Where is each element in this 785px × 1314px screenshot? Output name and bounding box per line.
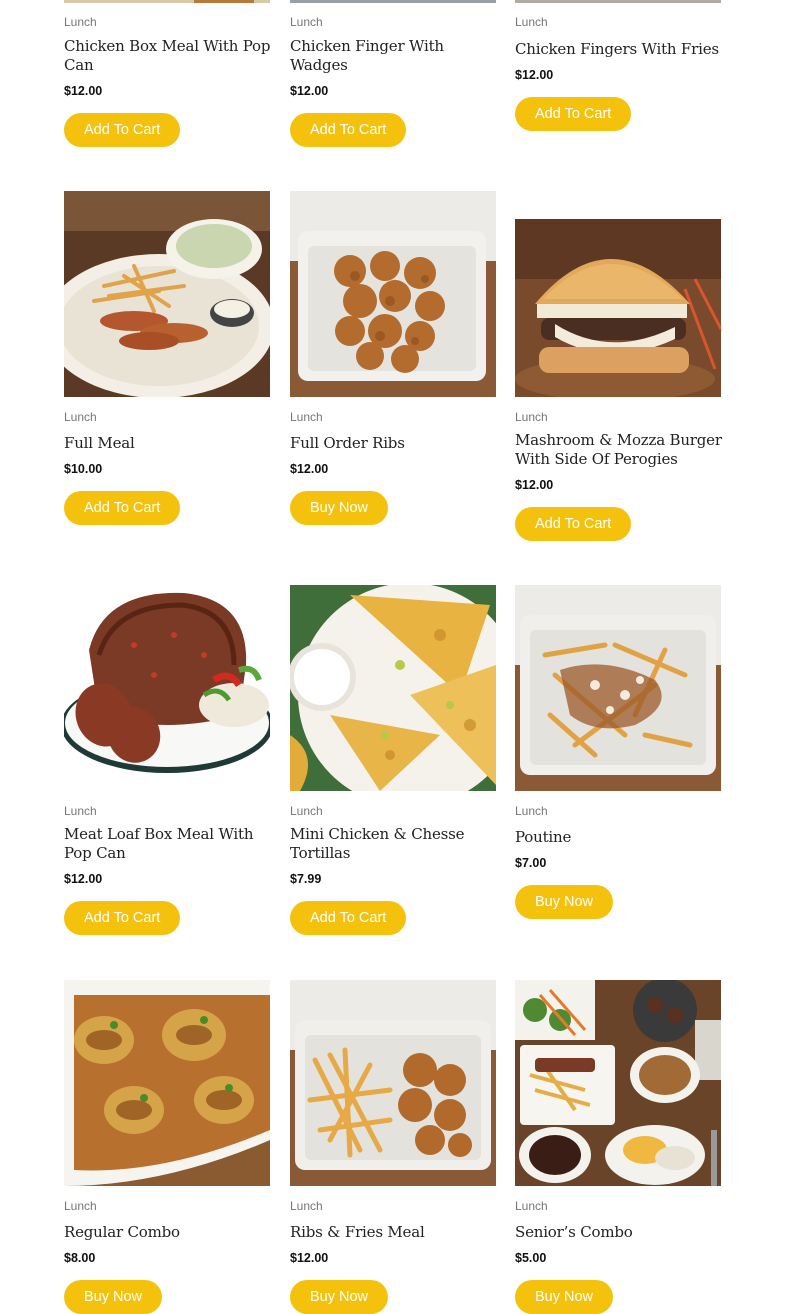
product-price: $12.00: [290, 462, 329, 476]
product-price: $7.99: [290, 872, 322, 886]
buy-now-button[interactable]: Buy Now: [64, 1280, 163, 1314]
add-to-cart-button[interactable]: Add To Cart: [515, 97, 632, 131]
product-image[interactable]: [290, 585, 496, 791]
product-category[interactable]: Lunch: [290, 410, 323, 424]
buy-now-button[interactable]: Buy Now: [290, 491, 389, 525]
add-to-cart-button[interactable]: Add To Cart: [290, 901, 407, 935]
product-title[interactable]: Mashroom & Mozza Burger With Side Of Per…: [515, 431, 725, 469]
product-price: $12.00: [515, 68, 554, 82]
add-to-cart-button[interactable]: Add To Cart: [515, 507, 632, 541]
product-title[interactable]: Full Order Ribs: [290, 434, 500, 453]
product-category[interactable]: Lunch: [515, 15, 548, 29]
product-price: $12.00: [290, 1251, 329, 1265]
product-title[interactable]: Chicken Fingers With Fries: [515, 40, 725, 59]
product-price: $12.00: [64, 84, 103, 98]
product-image[interactable]: [515, 219, 721, 397]
buy-now-button[interactable]: Buy Now: [290, 1280, 389, 1314]
product-price: $10.00: [64, 462, 103, 476]
add-to-cart-button[interactable]: Add To Cart: [64, 901, 181, 935]
product-category[interactable]: Lunch: [515, 410, 548, 424]
product-category[interactable]: Lunch: [290, 15, 323, 29]
product-price: $12.00: [64, 872, 103, 886]
product-image[interactable]: [64, 0, 270, 3]
product-price: $8.00: [64, 1251, 96, 1265]
product-image[interactable]: [64, 980, 270, 1186]
product-image[interactable]: [515, 0, 721, 3]
product-category[interactable]: Lunch: [515, 804, 548, 818]
product-category[interactable]: Lunch: [290, 804, 323, 818]
product-title[interactable]: Senior’s Combo: [515, 1223, 725, 1242]
add-to-cart-button[interactable]: Add To Cart: [64, 113, 181, 147]
product-image[interactable]: [64, 191, 270, 397]
product-image[interactable]: [290, 0, 496, 3]
product-title[interactable]: Mini Chicken & Chesse Tortillas: [290, 825, 500, 863]
product-price: $7.00: [515, 856, 547, 870]
product-category[interactable]: Lunch: [515, 1199, 548, 1213]
product-image[interactable]: [290, 980, 496, 1186]
buy-now-button[interactable]: Buy Now: [515, 885, 614, 919]
product-title[interactable]: Regular Combo: [64, 1223, 274, 1242]
product-image[interactable]: [290, 191, 496, 397]
product-price: $12.00: [515, 478, 554, 492]
add-to-cart-button[interactable]: Add To Cart: [64, 491, 181, 525]
product-category[interactable]: Lunch: [64, 804, 97, 818]
product-title[interactable]: Full Meal: [64, 434, 274, 453]
product-title[interactable]: Ribs & Fries Meal: [290, 1223, 500, 1242]
product-category[interactable]: Lunch: [64, 15, 97, 29]
product-image[interactable]: [515, 585, 721, 791]
product-title[interactable]: Chicken Box Meal With Pop Can: [64, 37, 274, 75]
product-category[interactable]: Lunch: [64, 410, 97, 424]
product-category[interactable]: Lunch: [290, 1199, 323, 1213]
product-title[interactable]: Chicken Finger With Wadges: [290, 37, 500, 75]
buy-now-button[interactable]: Buy Now: [515, 1280, 614, 1314]
product-image[interactable]: [515, 980, 721, 1186]
product-title[interactable]: Meat Loaf Box Meal With Pop Can: [64, 825, 274, 863]
product-category[interactable]: Lunch: [64, 1199, 97, 1213]
add-to-cart-button[interactable]: Add To Cart: [290, 113, 407, 147]
product-image[interactable]: [64, 585, 270, 775]
product-price: $5.00: [515, 1251, 547, 1265]
product-price: $12.00: [290, 84, 329, 98]
product-title[interactable]: Poutine: [515, 828, 725, 847]
